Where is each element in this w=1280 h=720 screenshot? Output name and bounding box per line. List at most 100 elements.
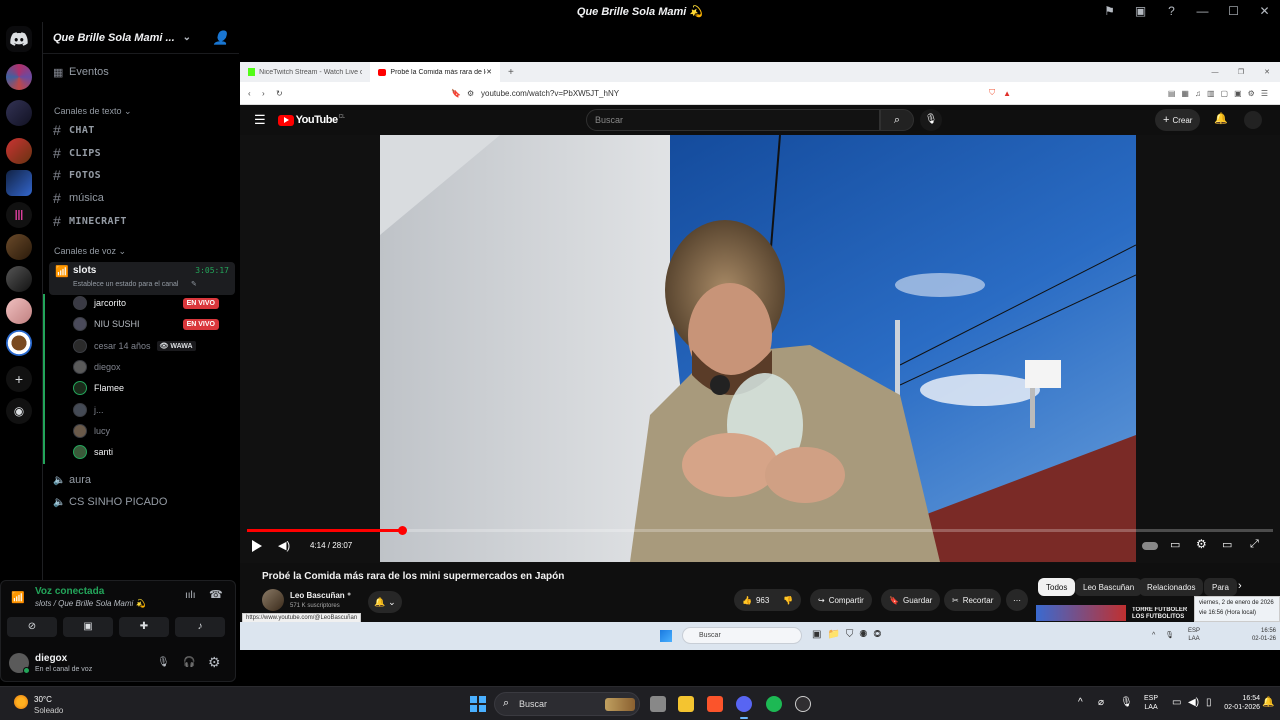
fullscreen-icon[interactable]: ⤢: [1250, 538, 1259, 551]
channel-minecraft[interactable]: # MINECRAFT: [53, 211, 233, 231]
help-icon[interactable]: ?: [1156, 4, 1187, 18]
channel-fotos[interactable]: # FOTOS: [53, 165, 233, 185]
voice-category[interactable]: Canales de voz ⌄: [54, 246, 126, 257]
new-tab-icon[interactable]: +: [508, 67, 514, 78]
clock[interactable]: 16:54 02-01-2026: [1220, 694, 1260, 712]
member-row[interactable]: santi: [73, 443, 113, 461]
bookmark-icon[interactable]: 🔖: [451, 89, 467, 98]
bell-dropdown[interactable]: 🔔 ⌄: [368, 591, 402, 613]
events-item[interactable]: ▦ Eventos: [53, 62, 233, 82]
chevron-right-icon[interactable]: ›: [1238, 580, 1242, 592]
voice-search-icon[interactable]: 🎙: [920, 109, 942, 131]
member-row[interactable]: cesar 14 años 👁 WAWA: [73, 337, 196, 355]
video-button[interactable]: ⊘: [7, 617, 57, 637]
suggested-video[interactable]: [1036, 605, 1126, 621]
server-folder-icon[interactable]: [6, 64, 32, 90]
file-explorer-icon[interactable]: [678, 696, 694, 712]
search-input[interactable]: Buscar: [586, 109, 880, 131]
account-avatar[interactable]: [1244, 111, 1262, 129]
notification-icon[interactable]: 🔔: [1262, 697, 1274, 708]
forward-icon[interactable]: ›: [262, 89, 276, 98]
server-avatar-icon[interactable]: [6, 234, 32, 260]
voice-wave-icon[interactable]: ıılı: [185, 590, 196, 601]
weather-label[interactable]: Soleado: [34, 706, 63, 715]
back-icon[interactable]: ‹: [248, 89, 262, 98]
network-icon[interactable]: ⌀: [1098, 697, 1104, 708]
weather-temp[interactable]: 30°C: [34, 695, 52, 704]
server-blue-icon[interactable]: [6, 170, 32, 196]
soundboard-button[interactable]: ♪: [175, 617, 225, 637]
add-server-icon[interactable]: +: [6, 366, 32, 392]
close-icon[interactable]: ✕: [1249, 4, 1280, 18]
thumbs-down-icon[interactable]: 👎: [783, 596, 793, 605]
server-header[interactable]: Que Brille Sola Mami ... ⌄ 👤: [43, 22, 239, 54]
disconnect-icon[interactable]: ☎: [209, 588, 223, 601]
tab-close-icon[interactable]: ✕: [486, 68, 492, 76]
invite-icon[interactable]: 👤: [213, 30, 229, 46]
tab-kick[interactable]: NiceTwitch Stream - Watch Live on K: [240, 62, 370, 82]
discord-home-icon[interactable]: [6, 26, 32, 52]
text-category[interactable]: Canales de texto ⌄: [54, 106, 132, 117]
channel-clips[interactable]: # CLIPS: [53, 143, 233, 163]
user-name[interactable]: diegox: [35, 653, 67, 664]
inner-app-icons[interactable]: ▣📁⛉◉◎: [812, 629, 887, 640]
activity-button[interactable]: ✚: [119, 617, 169, 637]
search-button[interactable]: ⌕: [880, 109, 914, 131]
mic-tray-icon[interactable]: 🎙: [1120, 697, 1133, 708]
brave-shield-icon[interactable]: ⛉: [989, 88, 995, 98]
inner-lang[interactable]: ESP LAA: [1188, 627, 1200, 643]
inner-clock[interactable]: 16:56 02-01-26: [1240, 627, 1276, 643]
server-striped-icon[interactable]: Ⅲ: [6, 202, 32, 228]
obs-icon[interactable]: [795, 696, 811, 712]
reload-icon[interactable]: ↻: [276, 89, 296, 98]
pencil-icon[interactable]: ✎: [191, 280, 197, 288]
taskbar-search[interactable]: ⌕ Buscar: [494, 692, 640, 716]
volume-icon[interactable]: ◀︎): [278, 539, 290, 552]
notifications-icon[interactable]: 🔔: [1214, 112, 1228, 125]
member-row[interactable]: Flamee: [73, 379, 124, 397]
chip-channel[interactable]: Leo Bascuñan: [1075, 578, 1143, 596]
theater-icon[interactable]: ▭: [1222, 538, 1232, 551]
progress-knob[interactable]: [397, 526, 407, 535]
task-view-icon[interactable]: [650, 696, 666, 712]
autoplay-toggle[interactable]: [1142, 542, 1158, 550]
chip-related[interactable]: Relacionados: [1139, 578, 1204, 596]
menu-icon[interactable]: ☰: [254, 112, 266, 128]
discord-taskbar-icon[interactable]: [736, 696, 752, 712]
inner-tray-icons[interactable]: ^ 🎙: [1152, 631, 1178, 639]
member-row[interactable]: jarcorito EN VIVO: [73, 294, 231, 312]
chip-para[interactable]: Para: [1204, 578, 1237, 596]
voice-status[interactable]: Voz conectada: [35, 586, 104, 597]
brave-icon[interactable]: [707, 696, 723, 712]
minimize-icon[interactable]: —: [1202, 69, 1228, 76]
video-frame[interactable]: [380, 135, 1136, 562]
channel-musica[interactable]: # música: [53, 188, 233, 208]
save-button[interactable]: 🔖 Guardar: [881, 589, 941, 611]
display-icon[interactable]: ▭: [1172, 697, 1181, 708]
server-red-icon[interactable]: [6, 138, 32, 164]
member-row[interactable]: diegox: [73, 358, 121, 376]
settings-icon[interactable]: ⚙: [208, 654, 221, 671]
language-indicator[interactable]: ESP LAA: [1144, 694, 1158, 712]
subtitles-icon[interactable]: ▭: [1170, 538, 1180, 551]
member-row[interactable]: j...: [73, 401, 104, 419]
channel-name[interactable]: Leo Bascuñan: [290, 591, 345, 600]
weather-icon[interactable]: [14, 695, 28, 709]
screenshare-button[interactable]: ▣: [63, 617, 113, 637]
member-row[interactable]: lucy: [73, 422, 110, 440]
more-button[interactable]: ⋯: [1006, 589, 1028, 611]
voice-status-hint[interactable]: Establece un estado para el canal: [73, 281, 178, 288]
minimize-icon[interactable]: —: [1187, 4, 1218, 18]
server-bm-icon[interactable]: [6, 100, 32, 126]
maximize-icon[interactable]: ☐: [1218, 4, 1249, 18]
youtube-logo[interactable]: YouTube CL: [277, 114, 345, 126]
share-button[interactable]: ↪ Compartir: [810, 589, 872, 611]
channel-chat[interactable]: # CHAT: [53, 120, 233, 140]
server-bw-icon[interactable]: [6, 266, 32, 292]
tray-chevron-icon[interactable]: ^: [1078, 697, 1083, 708]
tab-youtube[interactable]: Probé la Comida más rara de los ✕: [370, 62, 500, 82]
toolbar-icons[interactable]: ▤▦♫▥▢▣⚙☰: [1168, 89, 1274, 98]
windows-start-icon[interactable]: [660, 630, 672, 642]
voice-location[interactable]: slots / Que Brille Sola Mami 💫: [35, 599, 145, 608]
warning-icon[interactable]: ▲: [1003, 89, 1011, 98]
